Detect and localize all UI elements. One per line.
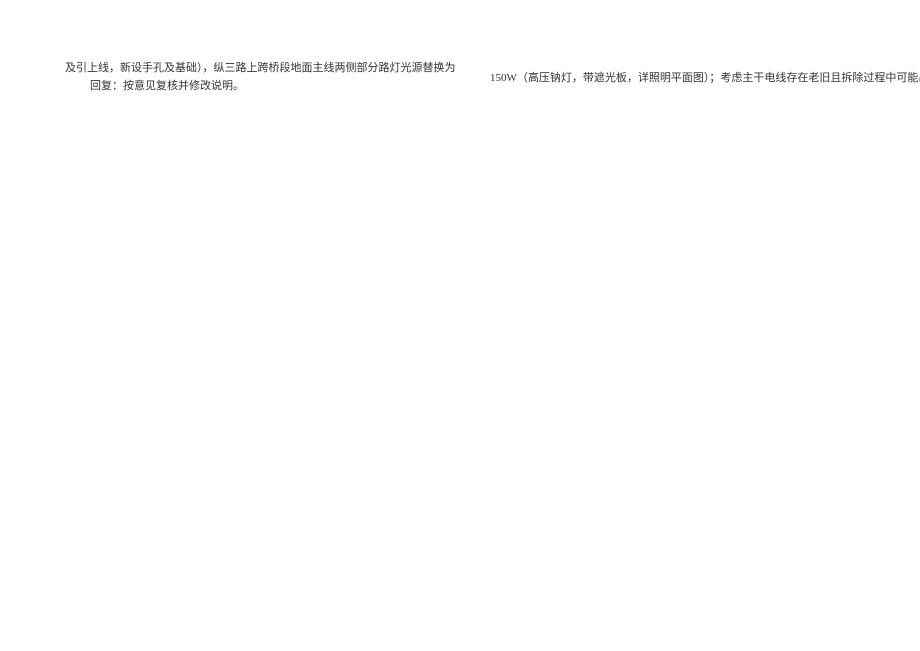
document-text-line-2: 回复：按意见复核并修改说明。	[90, 78, 244, 96]
document-text-line-1: 及引上线，新设手孔及基础），纵三路上跨桥段地面主线两侧部分路灯光源替换为	[65, 60, 456, 78]
document-text-right: 150W（高压钠灯，带遮光板，详照明平面图）；考虑主干电线存在老旧且拆除过程中可…	[490, 70, 920, 88]
